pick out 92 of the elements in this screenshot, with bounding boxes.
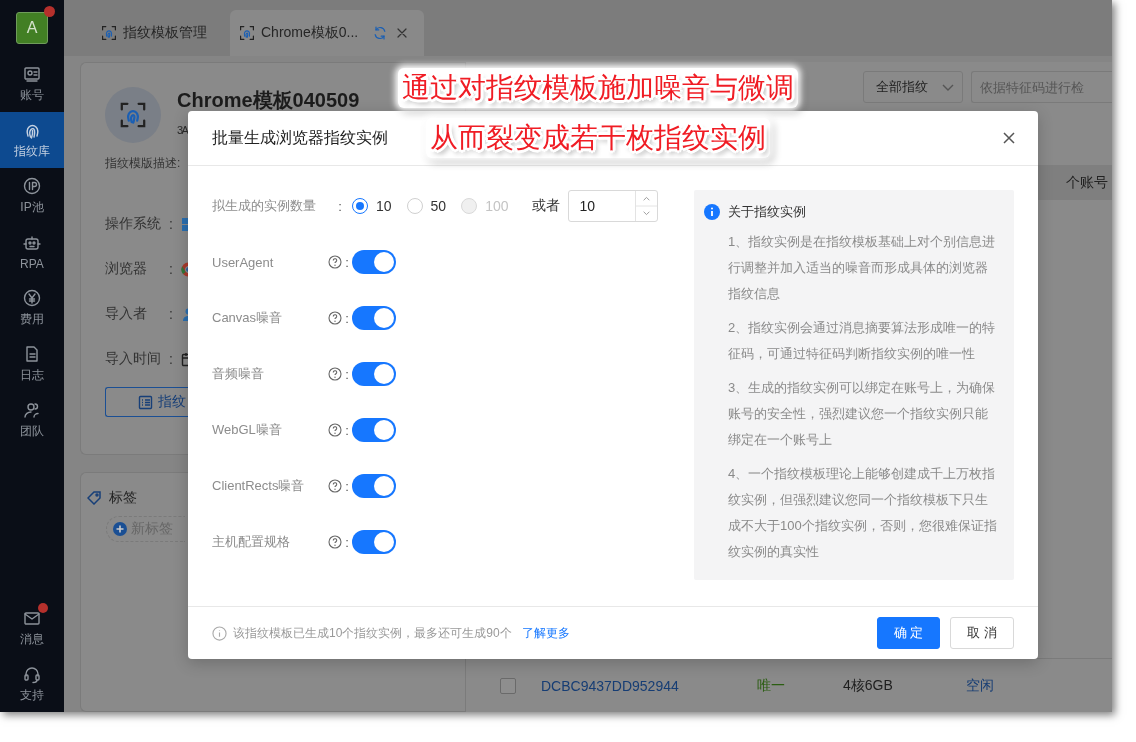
or-label: 或者 <box>531 197 560 215</box>
field-colon: : <box>344 534 350 550</box>
toggle-switch[interactable] <box>352 474 396 498</box>
field-colon: : <box>344 366 350 382</box>
radio-button[interactable] <box>352 198 368 214</box>
template-subtitle: 3A <box>177 123 188 136</box>
info-paragraph: 4、一个指纹模板理论上能够创建成千上万枚指纹实例，但强烈建议您同一个指纹模板下只生成不大于100个指纹实例，否则，您很难保证指纹实例的真实性 <box>728 465 998 561</box>
field-colon: : <box>344 478 350 494</box>
field-label: ClientRects噪音 <box>212 477 306 495</box>
row-checkbox[interactable] <box>500 677 516 694</box>
number-input[interactable]: 10 <box>567 190 658 222</box>
field-label: WebGL噪音 <box>212 421 283 439</box>
toggle-switch[interactable] <box>352 362 396 386</box>
headset-icon <box>22 664 42 684</box>
field-colon: : <box>344 310 350 326</box>
field-label: Canvas噪音 <box>212 309 284 327</box>
fingerprint-icon <box>239 25 255 41</box>
help-icon[interactable] <box>328 535 342 549</box>
info-paragraph: 1、指纹实例是在指纹模板基础上对个别信息进行调整并加入适当的噪音而形成具体的浏览器指纹信息 <box>728 233 997 303</box>
sidebar-item[interactable]: RPA <box>0 224 64 280</box>
tab[interactable]: Chrome模板0... <box>230 10 425 56</box>
sidebar-item[interactable]: 费用 <box>0 280 64 336</box>
field-colon: : <box>337 198 343 214</box>
toggle-switch[interactable] <box>352 418 396 442</box>
ip-circle-icon <box>22 176 42 196</box>
uniqueness-text: 唯一 <box>757 676 786 695</box>
help-icon[interactable] <box>328 423 342 437</box>
fingerprint-icon <box>119 101 147 129</box>
field-colon: : <box>169 351 174 367</box>
cancel-button[interactable]: 取 消 <box>950 617 1014 649</box>
person-icon <box>181 306 188 322</box>
plus-icon <box>113 522 127 536</box>
info-icon <box>704 204 720 220</box>
radio-option[interactable]: 10 <box>352 198 392 214</box>
toggle-switch[interactable] <box>352 306 396 330</box>
template-details-button[interactable]: 指纹 <box>105 387 188 417</box>
user-avatar[interactable]: A <box>16 12 48 44</box>
sidebar-item[interactable]: 团队 <box>0 392 64 448</box>
people-icon <box>22 400 42 420</box>
field-colon: : <box>169 306 174 322</box>
field-label: 拟生成的实例数量 <box>212 197 317 215</box>
field-label: 音频噪音 <box>212 365 265 383</box>
tag-icon <box>87 491 101 505</box>
yen-icon <box>22 288 42 308</box>
help-icon[interactable] <box>328 479 342 493</box>
info-paragraph: 3、生成的指纹实例可以绑定在账号上，为确保账号的安全性，强烈建议您一个指纹实例只能绑定在一个账号上 <box>728 379 997 449</box>
info-title: 关于指纹实例 <box>728 203 806 221</box>
help-icon[interactable] <box>328 367 342 381</box>
info-paragraph: 2、指纹实例会通过消息摘要算法形成唯一的特征码，可通过特征码判断指纹实例的唯一性 <box>728 319 997 363</box>
fingerprint-code-link[interactable]: DCBC9437DD952944 <box>541 677 757 694</box>
info-icon <box>212 625 227 641</box>
field-colon: : <box>344 422 350 438</box>
sidebar-item[interactable]: 指纹库 <box>0 112 64 168</box>
windows-logo-icon <box>181 216 188 232</box>
sidebar-item[interactable]: 日志 <box>0 336 64 392</box>
field-label: 浏览器 <box>105 260 148 278</box>
tab[interactable]: 指纹模板管理 <box>80 10 223 56</box>
annotation-text: 通过对指纹模板施加噪音与微调 <box>398 68 798 108</box>
sidebar-item[interactable]: 账号 <box>0 56 64 112</box>
field-label: 操作系统 <box>105 215 162 233</box>
id-card-icon <box>22 64 42 84</box>
template-name: Chrome模板040509 <box>177 87 360 113</box>
sidebar-item[interactable]: 支持 <box>0 656 64 712</box>
column-header: 个账号 <box>1066 173 1108 192</box>
field-label: UserAgent <box>212 254 275 270</box>
help-icon[interactable] <box>328 311 342 325</box>
dialog-title: 批量生成浏览器指纹实例 <box>212 127 388 148</box>
toggle-switch[interactable] <box>352 530 396 554</box>
sidebar-item[interactable]: 消息 <box>0 600 64 656</box>
close-icon[interactable] <box>1002 131 1016 145</box>
help-icon[interactable] <box>328 255 342 269</box>
radio-option[interactable]: 50 <box>406 198 447 214</box>
confirm-button[interactable]: 确 定 <box>876 617 941 649</box>
sidebar-item[interactable]: IP池 <box>0 168 64 224</box>
footer-note: 该指纹模板已生成10个指纹实例，最多还可生成90个 <box>233 624 512 642</box>
field-colon: : <box>344 254 350 270</box>
annotation-text: 从而裂变成若干枚指纹实例 <box>426 118 770 158</box>
field-colon: : <box>169 261 174 277</box>
field-label: 主机配置规格 <box>212 533 291 551</box>
calendar-icon <box>181 351 188 367</box>
filter-dropdown[interactable]: 全部指纹 <box>863 71 963 103</box>
tags-title: 标签 <box>109 489 137 507</box>
spec-text: 4核6GB <box>843 676 894 695</box>
description-label: 指纹模版描述: <box>105 155 182 172</box>
fingerprint-icon <box>101 25 117 41</box>
field-colon: : <box>169 216 174 232</box>
field-label: 导入者 <box>105 305 148 323</box>
toggle-switch[interactable] <box>352 250 396 274</box>
list-icon <box>138 394 153 410</box>
learn-more-link[interactable]: 了解更多 <box>521 624 570 642</box>
status-text: 空闲 <box>966 676 995 695</box>
field-label: 导入时间 <box>105 350 162 368</box>
